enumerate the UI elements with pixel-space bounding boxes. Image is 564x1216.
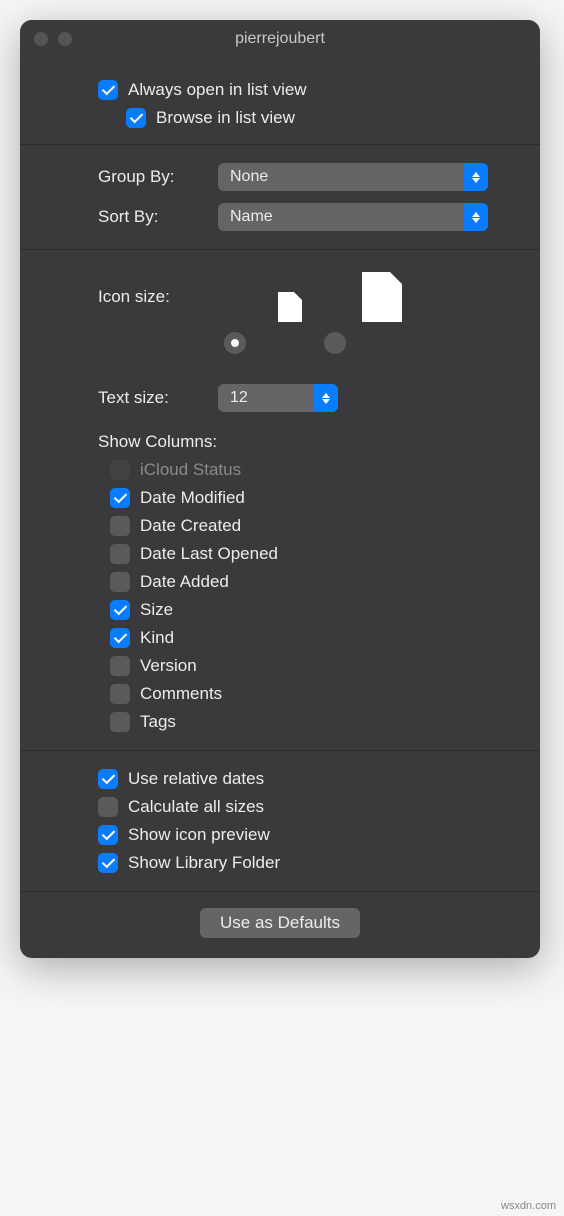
column-date-last-opened-checkbox[interactable] (110, 544, 130, 564)
always-open-list-view-label: Always open in list view (128, 80, 307, 100)
option-label: Show icon preview (128, 825, 270, 845)
column-label: iCloud Status (140, 460, 241, 480)
show-columns-heading: Show Columns: (98, 432, 512, 452)
column-size-checkbox[interactable] (110, 600, 130, 620)
show-library-folder-checkbox[interactable] (98, 853, 118, 873)
view-options-window: pierrejoubert Always open in list view B… (20, 20, 540, 958)
text-size-select[interactable]: 12 (218, 384, 338, 412)
column-label: Date Modified (140, 488, 245, 508)
column-label: Version (140, 656, 197, 676)
file-icon-small (278, 292, 302, 322)
use-as-defaults-button[interactable]: Use as Defaults (200, 908, 360, 938)
option-label: Calculate all sizes (128, 797, 264, 817)
option-label: Use relative dates (128, 769, 264, 789)
group-by-value: None (230, 168, 268, 186)
sort-by-label: Sort By: (98, 207, 218, 227)
display-section: Icon size: Text size: 12 Show Columns: i… (20, 249, 540, 750)
browse-list-view-checkbox[interactable] (126, 108, 146, 128)
column-kind-checkbox[interactable] (110, 628, 130, 648)
options-section: Use relative dates Calculate all sizes S… (20, 750, 540, 891)
icon-size-label: Icon size: (98, 287, 218, 307)
text-size-label: Text size: (98, 388, 218, 408)
column-date-added-checkbox[interactable] (110, 572, 130, 592)
group-by-label: Group By: (98, 167, 218, 187)
browse-list-view-label: Browse in list view (156, 108, 295, 128)
select-arrows-icon (314, 384, 338, 412)
group-sort-section: Group By: None Sort By: Name (20, 144, 540, 249)
column-label: Date Last Opened (140, 544, 278, 564)
icon-size-small-radio[interactable] (224, 332, 246, 354)
group-by-select[interactable]: None (218, 163, 488, 191)
column-tags-checkbox[interactable] (110, 712, 130, 732)
column-date-modified-checkbox[interactable] (110, 488, 130, 508)
footer-section: Use as Defaults (20, 891, 540, 958)
use-relative-dates-checkbox[interactable] (98, 769, 118, 789)
column-version-checkbox[interactable] (110, 656, 130, 676)
option-label: Show Library Folder (128, 853, 280, 873)
watermark-text: wsxdn.com (501, 1200, 556, 1212)
window-title: pierrejoubert (20, 30, 540, 48)
calculate-all-sizes-checkbox[interactable] (98, 797, 118, 817)
select-arrows-icon (464, 203, 488, 231)
show-icon-preview-checkbox[interactable] (98, 825, 118, 845)
column-label: Size (140, 600, 173, 620)
sort-by-value: Name (230, 208, 273, 226)
column-icloud-status-checkbox (110, 460, 130, 480)
column-label: Date Created (140, 516, 241, 536)
always-open-list-view-checkbox[interactable] (98, 80, 118, 100)
columns-list: iCloud Status Date Modified Date Created… (98, 460, 512, 732)
sort-by-select[interactable]: Name (218, 203, 488, 231)
titlebar: pierrejoubert (20, 20, 540, 58)
icon-size-large-radio[interactable] (324, 332, 346, 354)
column-label: Tags (140, 712, 176, 732)
column-comments-checkbox[interactable] (110, 684, 130, 704)
column-date-created-checkbox[interactable] (110, 516, 130, 536)
text-size-value: 12 (230, 389, 248, 407)
view-mode-section: Always open in list view Browse in list … (20, 58, 540, 144)
column-label: Date Added (140, 572, 229, 592)
select-arrows-icon (464, 163, 488, 191)
column-label: Kind (140, 628, 174, 648)
column-label: Comments (140, 684, 222, 704)
file-icon-large (362, 272, 402, 322)
